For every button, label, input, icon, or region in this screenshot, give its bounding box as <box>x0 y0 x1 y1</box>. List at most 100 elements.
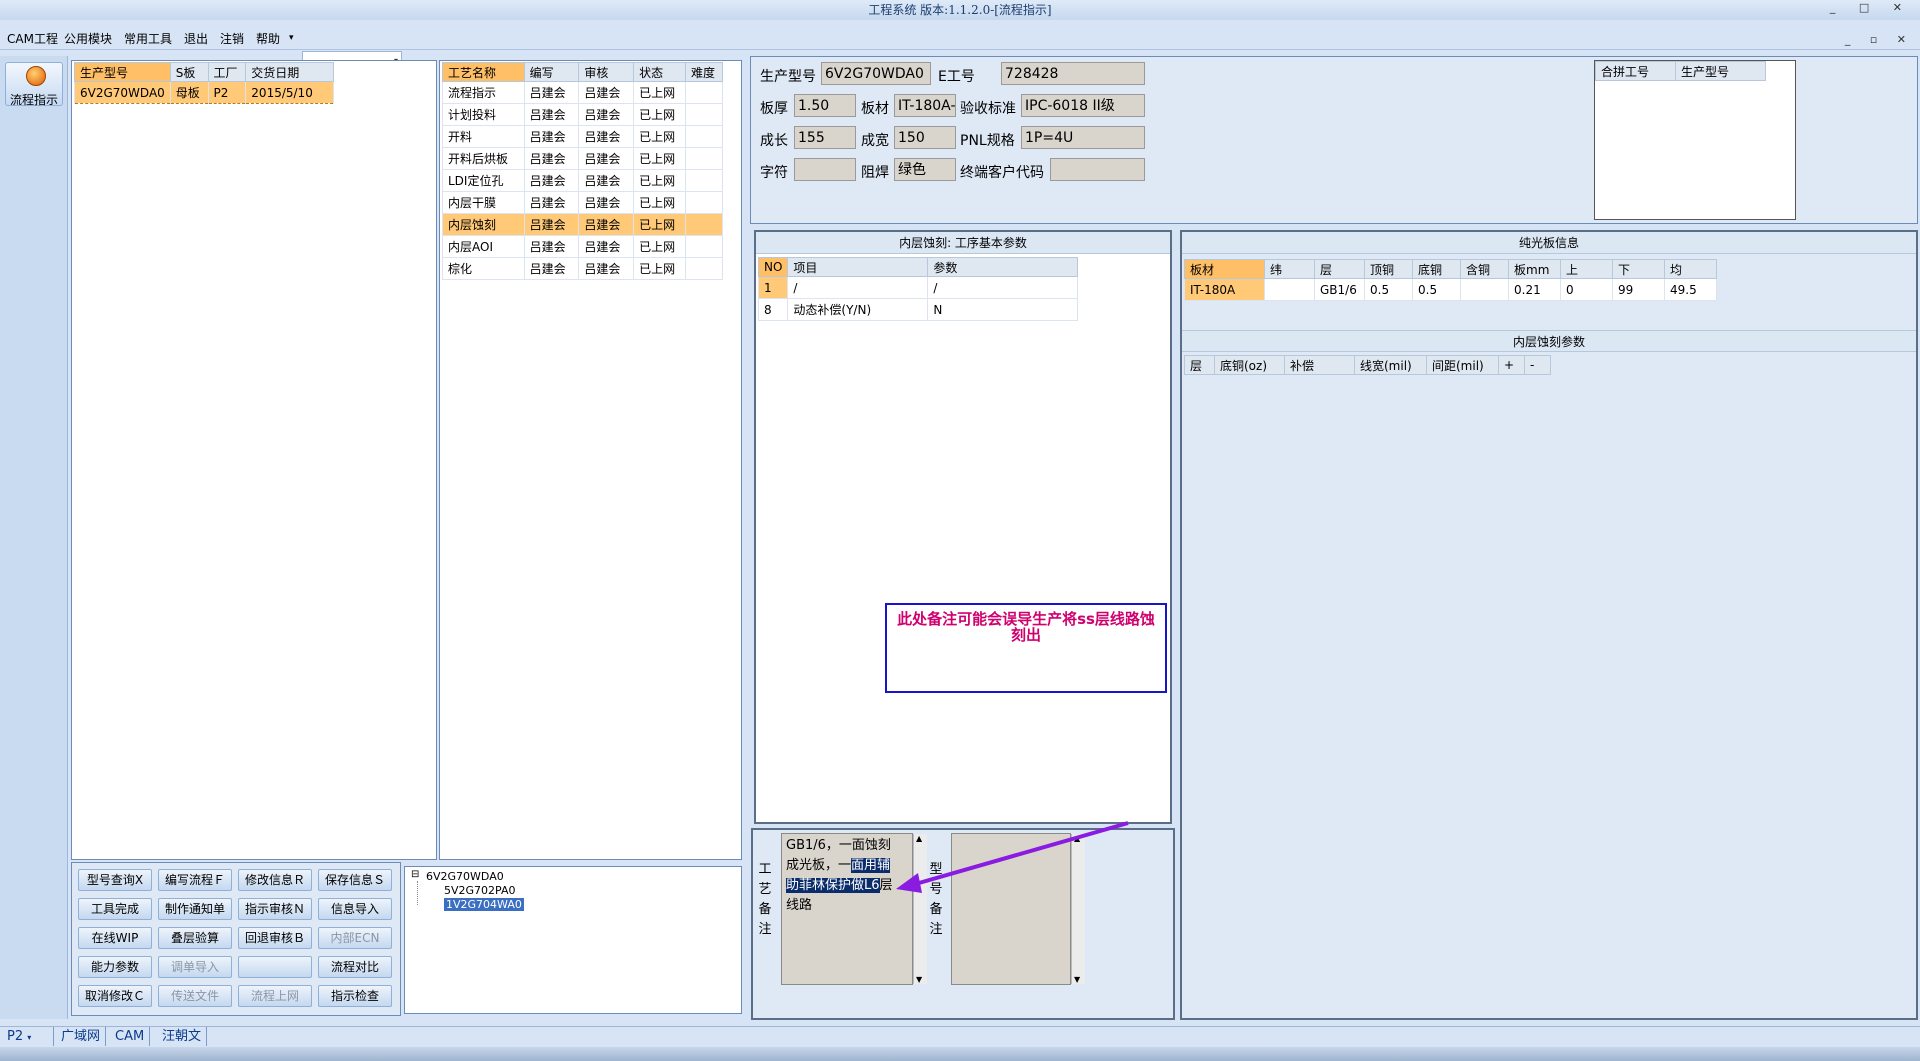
mask-field[interactable]: 绿色 <box>894 158 956 181</box>
table-row[interactable]: 内层AOI 吕建会 吕建会 已上网 <box>442 235 723 258</box>
arrow-line <box>911 821 1129 887</box>
label-pnl: PNL规格 <box>960 133 1015 149</box>
annotation-arrow <box>896 821 1129 893</box>
scroll-down-icon[interactable]: ▼ <box>1074 975 1080 984</box>
model-query-button[interactable]: 型号查询Ⅹ <box>78 869 152 891</box>
thick-field[interactable]: 1.50 <box>794 94 856 117</box>
factory-selector[interactable]: P2 ▾ <box>2 1027 54 1046</box>
chevron-down-icon[interactable]: ▾ <box>27 1033 31 1042</box>
menu-help[interactable]: 帮助 <box>256 30 280 47</box>
label-model: 生产型号 <box>760 69 816 85</box>
modify-info-button[interactable]: 修改信息Ｒ <box>238 869 312 891</box>
internal-ecn-button[interactable]: 内部ECN <box>318 927 392 949</box>
status-tabs <box>0 1026 1920 1046</box>
etch-params-panel: 内层蚀刻: 工序基本参数 NO 项目 参数 1// 8 动态补偿(Y/N) N <box>754 230 1172 824</box>
menu-bar: CAM工程 公用模块 常用工具 退出 注销 帮助 ▾ ▾ <box>0 22 1920 72</box>
col-sboard[interactable]: S板 <box>169 62 209 82</box>
char-field[interactable] <box>794 158 856 181</box>
rollback-review-button[interactable]: 回退审核Ｂ <box>238 927 312 949</box>
col-model[interactable]: 生产型号 <box>74 62 171 82</box>
table-row-selected[interactable]: 内层蚀刻 吕建会 吕建会 已上网 <box>442 213 723 236</box>
order-import-button[interactable]: 调单导入 <box>158 956 232 978</box>
table-row[interactable]: 6V2G70WDA0 母板 P2 2015/5/10 <box>74 81 334 104</box>
tree-root[interactable]: 6V2G70WDA0 <box>426 870 504 883</box>
col-date[interactable]: 交货日期 <box>245 62 334 82</box>
online-wip-button[interactable]: 在线WIP <box>78 927 152 949</box>
process-grid: 工艺名称 编写 审核 状态 难度 流程指示 吕建会 吕建会 已上网 计划投料 吕建会 吕建… <box>442 62 723 280</box>
col-combo-model[interactable]: 生产型号 <box>1675 61 1766 81</box>
stackup-check-button[interactable]: 叠层验算 <box>158 927 232 949</box>
instruction-review-button[interactable]: 指示审核Ｎ <box>238 898 312 920</box>
window-controls[interactable]: _ □ ✕ <box>1830 0 1912 16</box>
flow-online-button[interactable]: 流程上网 <box>238 985 312 1007</box>
info-import-button[interactable]: 信息导入 <box>318 898 392 920</box>
table-row[interactable]: 开料 吕建会 吕建会 已上网 <box>442 125 723 148</box>
make-notice-button[interactable]: 制作通知单 <box>158 898 232 920</box>
tab-cam[interactable]: CAM <box>110 1027 151 1046</box>
instruction-check-button[interactable]: 指示检查 <box>318 985 392 1007</box>
etch-params-title: 内层蚀刻: 工序基本参数 <box>756 232 1170 254</box>
table-row[interactable]: 内层干膜 吕建会 吕建会 已上网 <box>442 191 723 214</box>
col-author[interactable]: 编写 <box>523 62 580 82</box>
table-row[interactable]: LDI定位孔 吕建会 吕建会 已上网 <box>442 169 723 192</box>
cust-field[interactable] <box>1050 158 1145 181</box>
inner-etch-title: 内层蚀刻参数 <box>1182 330 1916 352</box>
scroll-down-icon[interactable]: ▼ <box>916 975 922 984</box>
left-nav <box>0 56 68 1019</box>
tree-line <box>417 881 418 905</box>
edit-flow-button[interactable]: 编写流程Ｆ <box>158 869 232 891</box>
menu-cam[interactable]: CAM工程 <box>7 30 58 47</box>
arrow-head <box>896 873 922 893</box>
len-field[interactable]: 155 <box>794 126 856 149</box>
table-row[interactable]: 计划投料 吕建会 吕建会 已上网 <box>442 103 723 126</box>
table-row[interactable]: 棕化 吕建会 吕建会 已上网 <box>442 257 723 280</box>
chevron-down-icon[interactable]: ▾ <box>289 33 294 43</box>
flow-icon <box>26 66 46 86</box>
model-field[interactable]: 6V2G70WDA0 <box>821 62 931 85</box>
menu-public[interactable]: 公用模块 <box>64 30 112 47</box>
process-memo-label: 工艺备注 <box>758 862 772 937</box>
menu-tools[interactable]: 常用工具 <box>124 30 172 47</box>
send-file-button[interactable]: 传送文件 <box>158 985 232 1007</box>
tab-wan[interactable]: 广域网 <box>56 1027 107 1046</box>
col-reviewer[interactable]: 审核 <box>578 62 635 82</box>
tree-node[interactable]: 5V2G702PA0 <box>444 884 516 897</box>
window-title: 工程系统 版本:1.1.2.0-[流程指示] <box>0 0 1920 20</box>
combo-jobs-table: 合拼工号 生产型号 <box>1594 60 1796 220</box>
tree-node-selected[interactable]: 1V2G704WA0 <box>444 898 524 911</box>
collapse-icon[interactable]: ⊟ <box>411 869 419 880</box>
col-difficulty[interactable]: 难度 <box>685 62 723 82</box>
label-material: 板材 <box>861 101 889 117</box>
table-row[interactable]: 1// <box>757 276 1079 299</box>
table-row[interactable]: 流程指示 吕建会 吕建会 已上网 <box>442 81 723 104</box>
bare-board-title: 纯光板信息 <box>1182 232 1916 254</box>
label-char: 字符 <box>760 165 788 181</box>
col-factory[interactable]: 工厂 <box>207 62 247 82</box>
flow-compare-button[interactable]: 流程对比 <box>318 956 392 978</box>
nav-flow-button[interactable]: 流程指示 <box>5 62 63 107</box>
accept-field[interactable]: IPC-6018 II级 <box>1021 94 1145 117</box>
col-combo-job[interactable]: 合拼工号 <box>1595 61 1676 81</box>
wid-field[interactable]: 150 <box>894 126 956 149</box>
table-row[interactable]: 开料后烘板 吕建会 吕建会 已上网 <box>442 147 723 170</box>
col-process-name[interactable]: 工艺名称 <box>442 62 525 82</box>
blank-button[interactable] <box>238 956 312 978</box>
tool-complete-button[interactable]: 工具完成 <box>78 898 152 920</box>
taskbar <box>0 1047 1920 1061</box>
tab-user[interactable]: 汪朝文 <box>157 1027 208 1046</box>
material-field[interactable]: IT-180A- <box>894 94 956 117</box>
menu-logout[interactable]: 注销 <box>220 30 244 47</box>
table-row[interactable]: 8 动态补偿(Y/N) N <box>757 298 1079 321</box>
cancel-edit-button[interactable]: 取消修改Ｃ <box>78 985 152 1007</box>
menu-exit[interactable]: 退出 <box>184 30 208 47</box>
eno-field[interactable]: 728428 <box>1001 62 1145 85</box>
mdi-controls[interactable]: _ ▫ ✕ <box>1845 33 1914 46</box>
bare-board-panel: 纯光板信息 板材 纬 层 顶铜 底铜 含铜 板mm 上 下 均 IT-180A … <box>1180 230 1918 1020</box>
save-info-button[interactable]: 保存信息Ｓ <box>318 869 392 891</box>
orders-panel: 生产型号 S板 工厂 交货日期 6V2G70WDA0 母板 P2 2015/5/… <box>71 60 437 860</box>
col-status[interactable]: 状态 <box>633 62 687 82</box>
pnl-field[interactable]: 1P=4U <box>1021 126 1145 149</box>
label-mask: 阻焊 <box>861 165 889 181</box>
capability-params-button[interactable]: 能力参数 <box>78 956 152 978</box>
table-row[interactable]: IT-180A GB1/6 0.5 0.5 0.21 0 99 49.5 <box>1184 278 1717 301</box>
